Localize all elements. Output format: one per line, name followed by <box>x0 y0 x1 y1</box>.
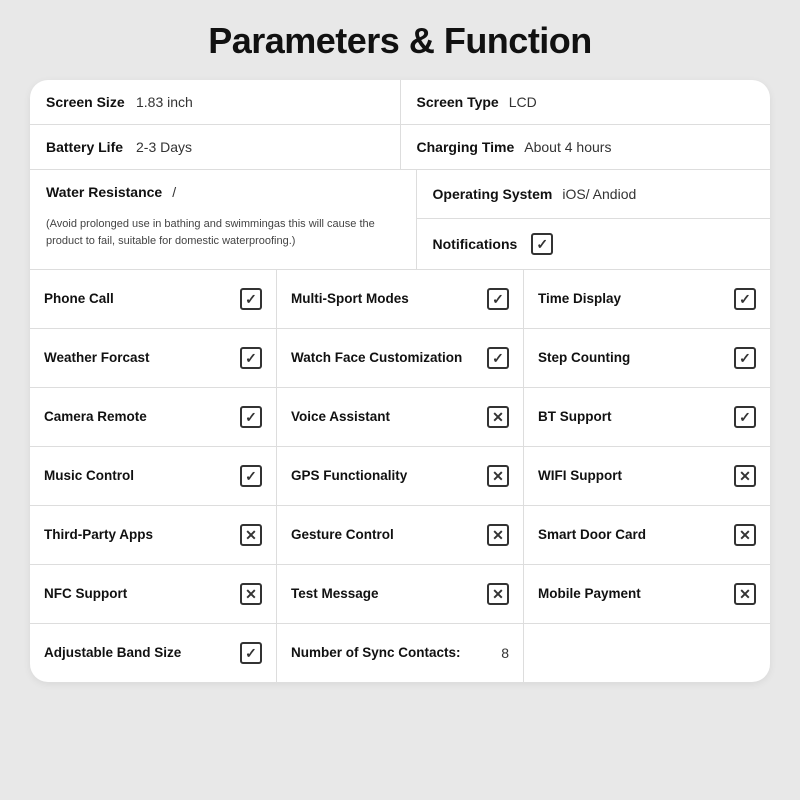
charging-time-value: About 4 hours <box>524 139 611 155</box>
parameters-card: Screen Size 1.83 inch Screen Type LCD Ba… <box>30 80 770 682</box>
feature-checkbox-5-0 <box>240 583 262 605</box>
notifications-checkbox <box>531 233 553 255</box>
feature-cell-5-0: NFC Support <box>30 565 277 623</box>
feature-cell-6-1: Number of Sync Contacts: 8 <box>277 624 524 682</box>
feature-cell-2-2: BT Support <box>524 388 770 446</box>
feature-cell-3-2: WIFI Support <box>524 447 770 505</box>
specs-row-water: Water Resistance / (Avoid prolonged use … <box>30 170 770 269</box>
feature-cell-2-0: Camera Remote <box>30 388 277 446</box>
feature-label-1-2: Step Counting <box>538 349 734 367</box>
feature-label-4-0: Third-Party Apps <box>44 526 240 544</box>
right-specs-stack: Operating System iOS/ Andiod Notificatio… <box>417 170 771 269</box>
feature-cell-1-1: Watch Face Customization <box>277 329 524 387</box>
battery-life-label: Battery Life <box>46 139 126 155</box>
feature-label-3-0: Music Control <box>44 467 240 485</box>
charging-time-cell: Charging Time About 4 hours <box>401 125 771 169</box>
feature-checkbox-4-1 <box>487 524 509 546</box>
screen-size-cell: Screen Size 1.83 inch <box>30 80 401 124</box>
battery-life-value: 2-3 Days <box>136 139 192 155</box>
feature-label-5-1: Test Message <box>291 585 487 603</box>
feature-label-2-0: Camera Remote <box>44 408 240 426</box>
battery-life-cell: Battery Life 2-3 Days <box>30 125 401 169</box>
feature-checkbox-2-2 <box>734 406 756 428</box>
screen-type-label: Screen Type <box>417 94 499 110</box>
operating-system-label: Operating System <box>433 186 553 202</box>
feature-label-0-1: Multi-Sport Modes <box>291 290 487 308</box>
feature-cell-4-1: Gesture Control <box>277 506 524 564</box>
feature-cell-2-1: Voice Assistant <box>277 388 524 446</box>
feature-cell-4-0: Third-Party Apps <box>30 506 277 564</box>
feature-checkbox-1-2 <box>734 347 756 369</box>
water-resistance-note: (Avoid prolonged use in bathing and swim… <box>46 210 400 261</box>
feature-checkbox-3-1 <box>487 465 509 487</box>
screen-size-value: 1.83 inch <box>136 94 193 110</box>
feature-cell-1-0: Weather Forcast <box>30 329 277 387</box>
features-row-3: Music Control GPS Functionality WIFI Suppo… <box>30 447 770 506</box>
feature-label-5-0: NFC Support <box>44 585 240 603</box>
features-row-2: Camera Remote Voice Assistant BT Support <box>30 388 770 447</box>
feature-checkbox-3-2 <box>734 465 756 487</box>
notifications-label: Notifications <box>433 236 518 252</box>
feature-checkbox-1-0 <box>240 347 262 369</box>
feature-checkbox-0-2 <box>734 288 756 310</box>
feature-label-2-2: BT Support <box>538 408 734 426</box>
notifications-cell: Notifications <box>417 219 771 269</box>
feature-cell-6-2 <box>524 624 770 682</box>
features-row-4: Third-Party Apps Gesture Control Smart Doo… <box>30 506 770 565</box>
operating-system-value: iOS/ Andiod <box>562 186 636 202</box>
feature-cell-3-0: Music Control <box>30 447 277 505</box>
feature-cell-6-0: Adjustable Band Size <box>30 624 277 682</box>
feature-checkbox-2-1 <box>487 406 509 428</box>
feature-label-6-0: Adjustable Band Size <box>44 644 240 662</box>
feature-label-0-0: Phone Call <box>44 290 240 308</box>
feature-label-5-2: Mobile Payment <box>538 585 734 603</box>
feature-label-4-2: Smart Door Card <box>538 526 734 544</box>
feature-value-6-1: 8 <box>501 645 509 661</box>
feature-label-6-1: Number of Sync Contacts: <box>291 644 493 662</box>
feature-label-1-0: Weather Forcast <box>44 349 240 367</box>
feature-label-3-1: GPS Functionality <box>291 467 487 485</box>
feature-cell-5-2: Mobile Payment <box>524 565 770 623</box>
feature-label-0-2: Time Display <box>538 290 734 308</box>
screen-type-value: LCD <box>509 94 537 110</box>
feature-cell-0-1: Multi-Sport Modes <box>277 270 524 328</box>
features-row-1: Weather Forcast Watch Face Customization S… <box>30 329 770 388</box>
feature-checkbox-5-1 <box>487 583 509 605</box>
operating-system-cell: Operating System iOS/ Andiod <box>417 170 771 219</box>
feature-checkbox-6-0 <box>240 642 262 664</box>
feature-cell-4-2: Smart Door Card <box>524 506 770 564</box>
feature-label-2-1: Voice Assistant <box>291 408 487 426</box>
feature-label-4-1: Gesture Control <box>291 526 487 544</box>
feature-checkbox-2-0 <box>240 406 262 428</box>
feature-checkbox-3-0 <box>240 465 262 487</box>
water-resistance-value: / <box>172 184 176 200</box>
feature-checkbox-4-2 <box>734 524 756 546</box>
specs-section: Screen Size 1.83 inch Screen Type LCD Ba… <box>30 80 770 270</box>
feature-checkbox-0-1 <box>487 288 509 310</box>
screen-size-label: Screen Size <box>46 94 126 110</box>
screen-type-cell: Screen Type LCD <box>401 80 771 124</box>
feature-cell-5-1: Test Message <box>277 565 524 623</box>
water-resistance-cell: Water Resistance / (Avoid prolonged use … <box>30 170 417 269</box>
feature-label-3-2: WIFI Support <box>538 467 734 485</box>
feature-checkbox-1-1 <box>487 347 509 369</box>
features-row-0: Phone Call Multi-Sport Modes Time Display <box>30 270 770 329</box>
specs-row-battery: Battery Life 2-3 Days Charging Time Abou… <box>30 125 770 170</box>
specs-row-screen: Screen Size 1.83 inch Screen Type LCD <box>30 80 770 125</box>
feature-checkbox-0-0 <box>240 288 262 310</box>
features-row-6: Adjustable Band Size Number of Sync Conta… <box>30 624 770 682</box>
feature-cell-0-2: Time Display <box>524 270 770 328</box>
charging-time-label: Charging Time <box>417 139 515 155</box>
feature-label-1-1: Watch Face Customization <box>291 349 487 367</box>
page-title: Parameters & Function <box>208 20 592 62</box>
feature-checkbox-4-0 <box>240 524 262 546</box>
features-section: Phone Call Multi-Sport Modes Time Display W… <box>30 270 770 682</box>
feature-cell-0-0: Phone Call <box>30 270 277 328</box>
water-resistance-label: Water Resistance <box>46 184 162 200</box>
feature-checkbox-5-2 <box>734 583 756 605</box>
feature-cell-1-2: Step Counting <box>524 329 770 387</box>
water-top: Water Resistance / <box>46 184 176 200</box>
features-row-5: NFC Support Test Message Mobile Payment <box>30 565 770 624</box>
feature-cell-3-1: GPS Functionality <box>277 447 524 505</box>
